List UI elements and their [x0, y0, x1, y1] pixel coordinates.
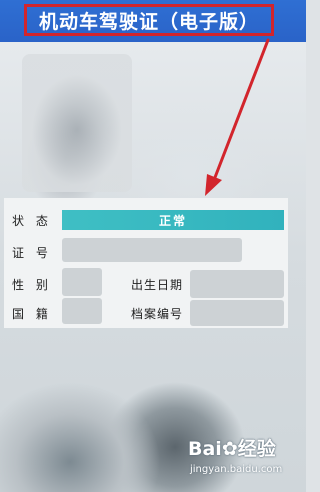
- gender-label: 性 别: [12, 278, 52, 292]
- nationality-label: 国 籍: [12, 307, 52, 321]
- file-number-redacted: [190, 300, 284, 326]
- watermark-brand: Bai✿经验: [188, 438, 276, 460]
- baidu-watermark: Bai✿经验 jingyan.baidu.com: [188, 434, 298, 486]
- status-value: 正常: [158, 213, 187, 228]
- license-info-card: 状 态 正常 证 号 性 别 出生日期 国 籍 档案编号: [4, 198, 288, 328]
- nationality-redacted: [62, 298, 102, 324]
- birth-date-redacted: [190, 270, 284, 298]
- id-number-redacted: [62, 238, 242, 262]
- id-label: 证 号: [12, 246, 52, 260]
- birth-date-label: 出生日期: [131, 278, 184, 292]
- watermark-url: jingyan.baidu.com: [190, 464, 283, 475]
- blurred-photo: [22, 54, 132, 192]
- status-badge: 正常: [62, 210, 284, 230]
- title-highlight-box: 机动车驾驶证（电子版）: [24, 4, 274, 36]
- gender-redacted: [62, 268, 102, 296]
- page-title: 机动车驾驶证（电子版）: [38, 10, 259, 33]
- file-number-label: 档案编号: [131, 307, 184, 321]
- app-header: 机动车驾驶证（电子版）: [0, 0, 306, 42]
- status-label: 状 态: [12, 214, 52, 228]
